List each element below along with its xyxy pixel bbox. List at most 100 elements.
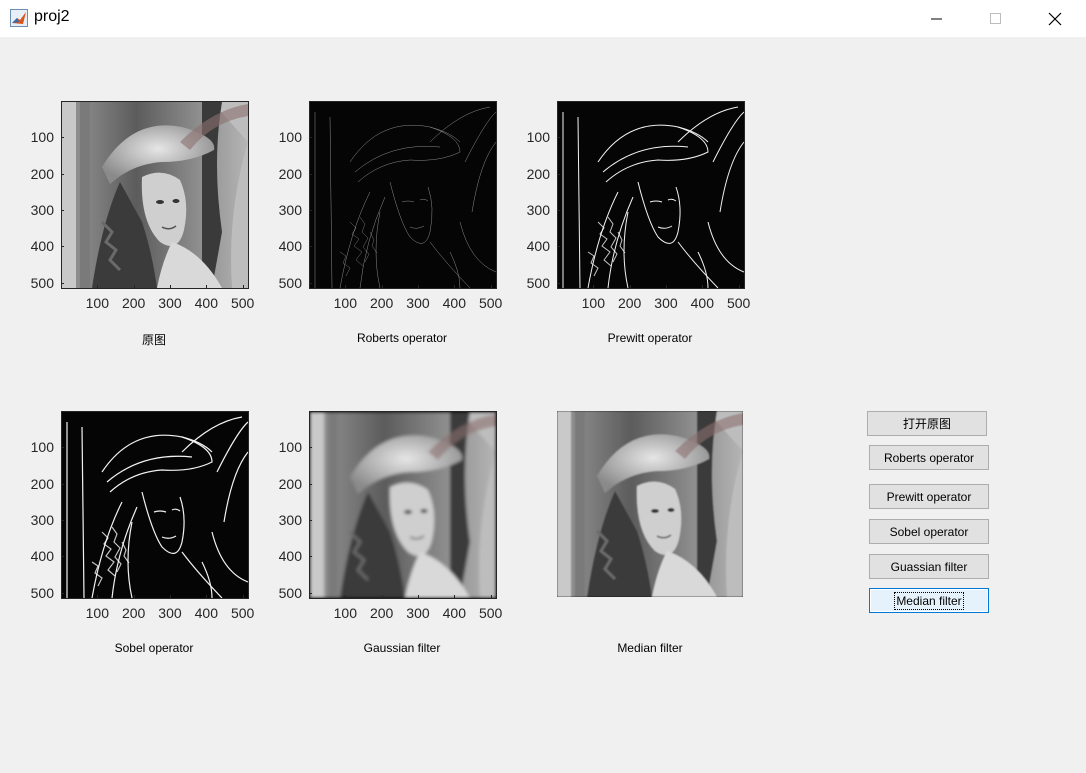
y-tick [309,173,312,175]
prewitt-operator-button[interactable]: Prewitt operator [869,484,989,509]
x-tick [97,285,99,288]
y-tick [61,246,64,248]
y-tick-label: 200 [30,475,54,492]
y-tick-label: 100 [526,129,550,146]
x-tick [345,285,347,288]
x-tick [381,595,383,598]
y-tick-label: 300 [30,201,54,218]
y-tick [61,137,64,139]
x-tick-label: 400 [690,295,714,311]
x-tick [454,595,456,598]
x-tick [490,285,492,288]
image-gaussian [309,411,497,599]
x-tick [169,285,171,288]
median-filter-button[interactable]: Median filter [869,588,989,613]
x-tick-label: 500 [478,295,503,311]
caption-roberts: Roberts operator [356,331,448,345]
x-tick [381,285,383,288]
x-tick-label: 200 [121,295,146,311]
y-tick-label: 200 [278,475,302,492]
close-button[interactable] [1032,0,1078,37]
y-tick [309,519,312,521]
open-original-button[interactable]: 打开原图 [867,411,987,436]
caption-gaussian: Gaussian filter [363,641,441,655]
x-tick [702,285,704,288]
y-tick [61,447,64,449]
y-tick-label: 100 [30,439,54,456]
x-tick [133,285,135,288]
x-tick-label: 200 [121,605,146,621]
x-tick [417,595,419,598]
x-tick [454,285,456,288]
y-tick-label: 400 [30,238,54,255]
y-tick-label: 200 [278,165,302,182]
image-original [61,101,249,289]
y-tick [61,556,64,558]
y-tick [309,592,312,594]
sobel-operator-button[interactable]: Sobel operator [869,519,989,544]
x-tick [629,285,631,288]
x-tick [206,285,208,288]
y-tick-label: 500 [278,584,302,601]
x-tick-label: 100 [333,605,357,621]
x-tick-label: 500 [230,295,255,311]
x-tick-label: 400 [442,605,466,621]
x-tick [593,285,595,288]
y-tick [61,592,64,594]
x-tick-label: 300 [654,295,678,311]
y-tick-label: 400 [278,548,302,565]
x-tick-label: 400 [442,295,466,311]
y-tick-label: 200 [526,165,550,182]
matlab-app-icon [10,9,28,27]
y-tick-label: 500 [30,584,54,601]
x-tick [242,595,244,598]
caption-original: 原图 [141,333,166,347]
image-prewitt [557,101,745,289]
image-sobel [61,411,249,599]
button-label: Median filter [894,591,964,610]
image-median [557,411,743,597]
y-tick [61,519,64,521]
x-tick-label: 500 [726,295,751,311]
window-title: proj2 [34,8,70,25]
x-tick [206,595,208,598]
close-icon [1048,12,1062,25]
y-tick-label: 500 [30,274,54,291]
maximize-button[interactable] [973,0,1019,37]
gaussian-filter-button[interactable]: Guassian filter [869,554,989,579]
y-tick-label: 400 [526,238,550,255]
y-tick [309,282,312,284]
minimize-icon [931,18,942,19]
roberts-operator-button[interactable]: Roberts operator [869,445,989,470]
button-label: Guassian filter [890,559,968,574]
minimize-button[interactable] [914,0,960,37]
y-tick [309,209,312,211]
y-tick [557,282,560,284]
button-label: 打开原图 [902,417,951,431]
y-tick [309,447,312,449]
x-tick [133,595,135,598]
caption-prewitt: Prewitt operator [607,331,693,345]
button-label: Prewitt operator [886,489,972,504]
y-tick [557,173,560,175]
button-label: Roberts operator [883,450,975,465]
y-tick-label: 500 [278,274,302,291]
x-tick-label: 100 [333,295,357,311]
x-tick-label: 500 [478,605,503,621]
y-tick [309,137,312,139]
y-tick [309,246,312,248]
y-tick [557,137,560,139]
x-tick-label: 300 [406,605,430,621]
x-tick-label: 300 [406,295,430,311]
y-tick [557,246,560,248]
y-tick-label: 300 [278,201,302,218]
y-tick-label: 100 [278,129,302,146]
x-tick-label: 500 [230,605,255,621]
x-tick [169,595,171,598]
caption-median: Median filter [617,641,683,655]
y-tick-label: 400 [30,548,54,565]
y-tick-label: 300 [526,201,550,218]
y-tick [309,556,312,558]
y-tick-label: 500 [526,274,550,291]
y-tick [61,282,64,284]
